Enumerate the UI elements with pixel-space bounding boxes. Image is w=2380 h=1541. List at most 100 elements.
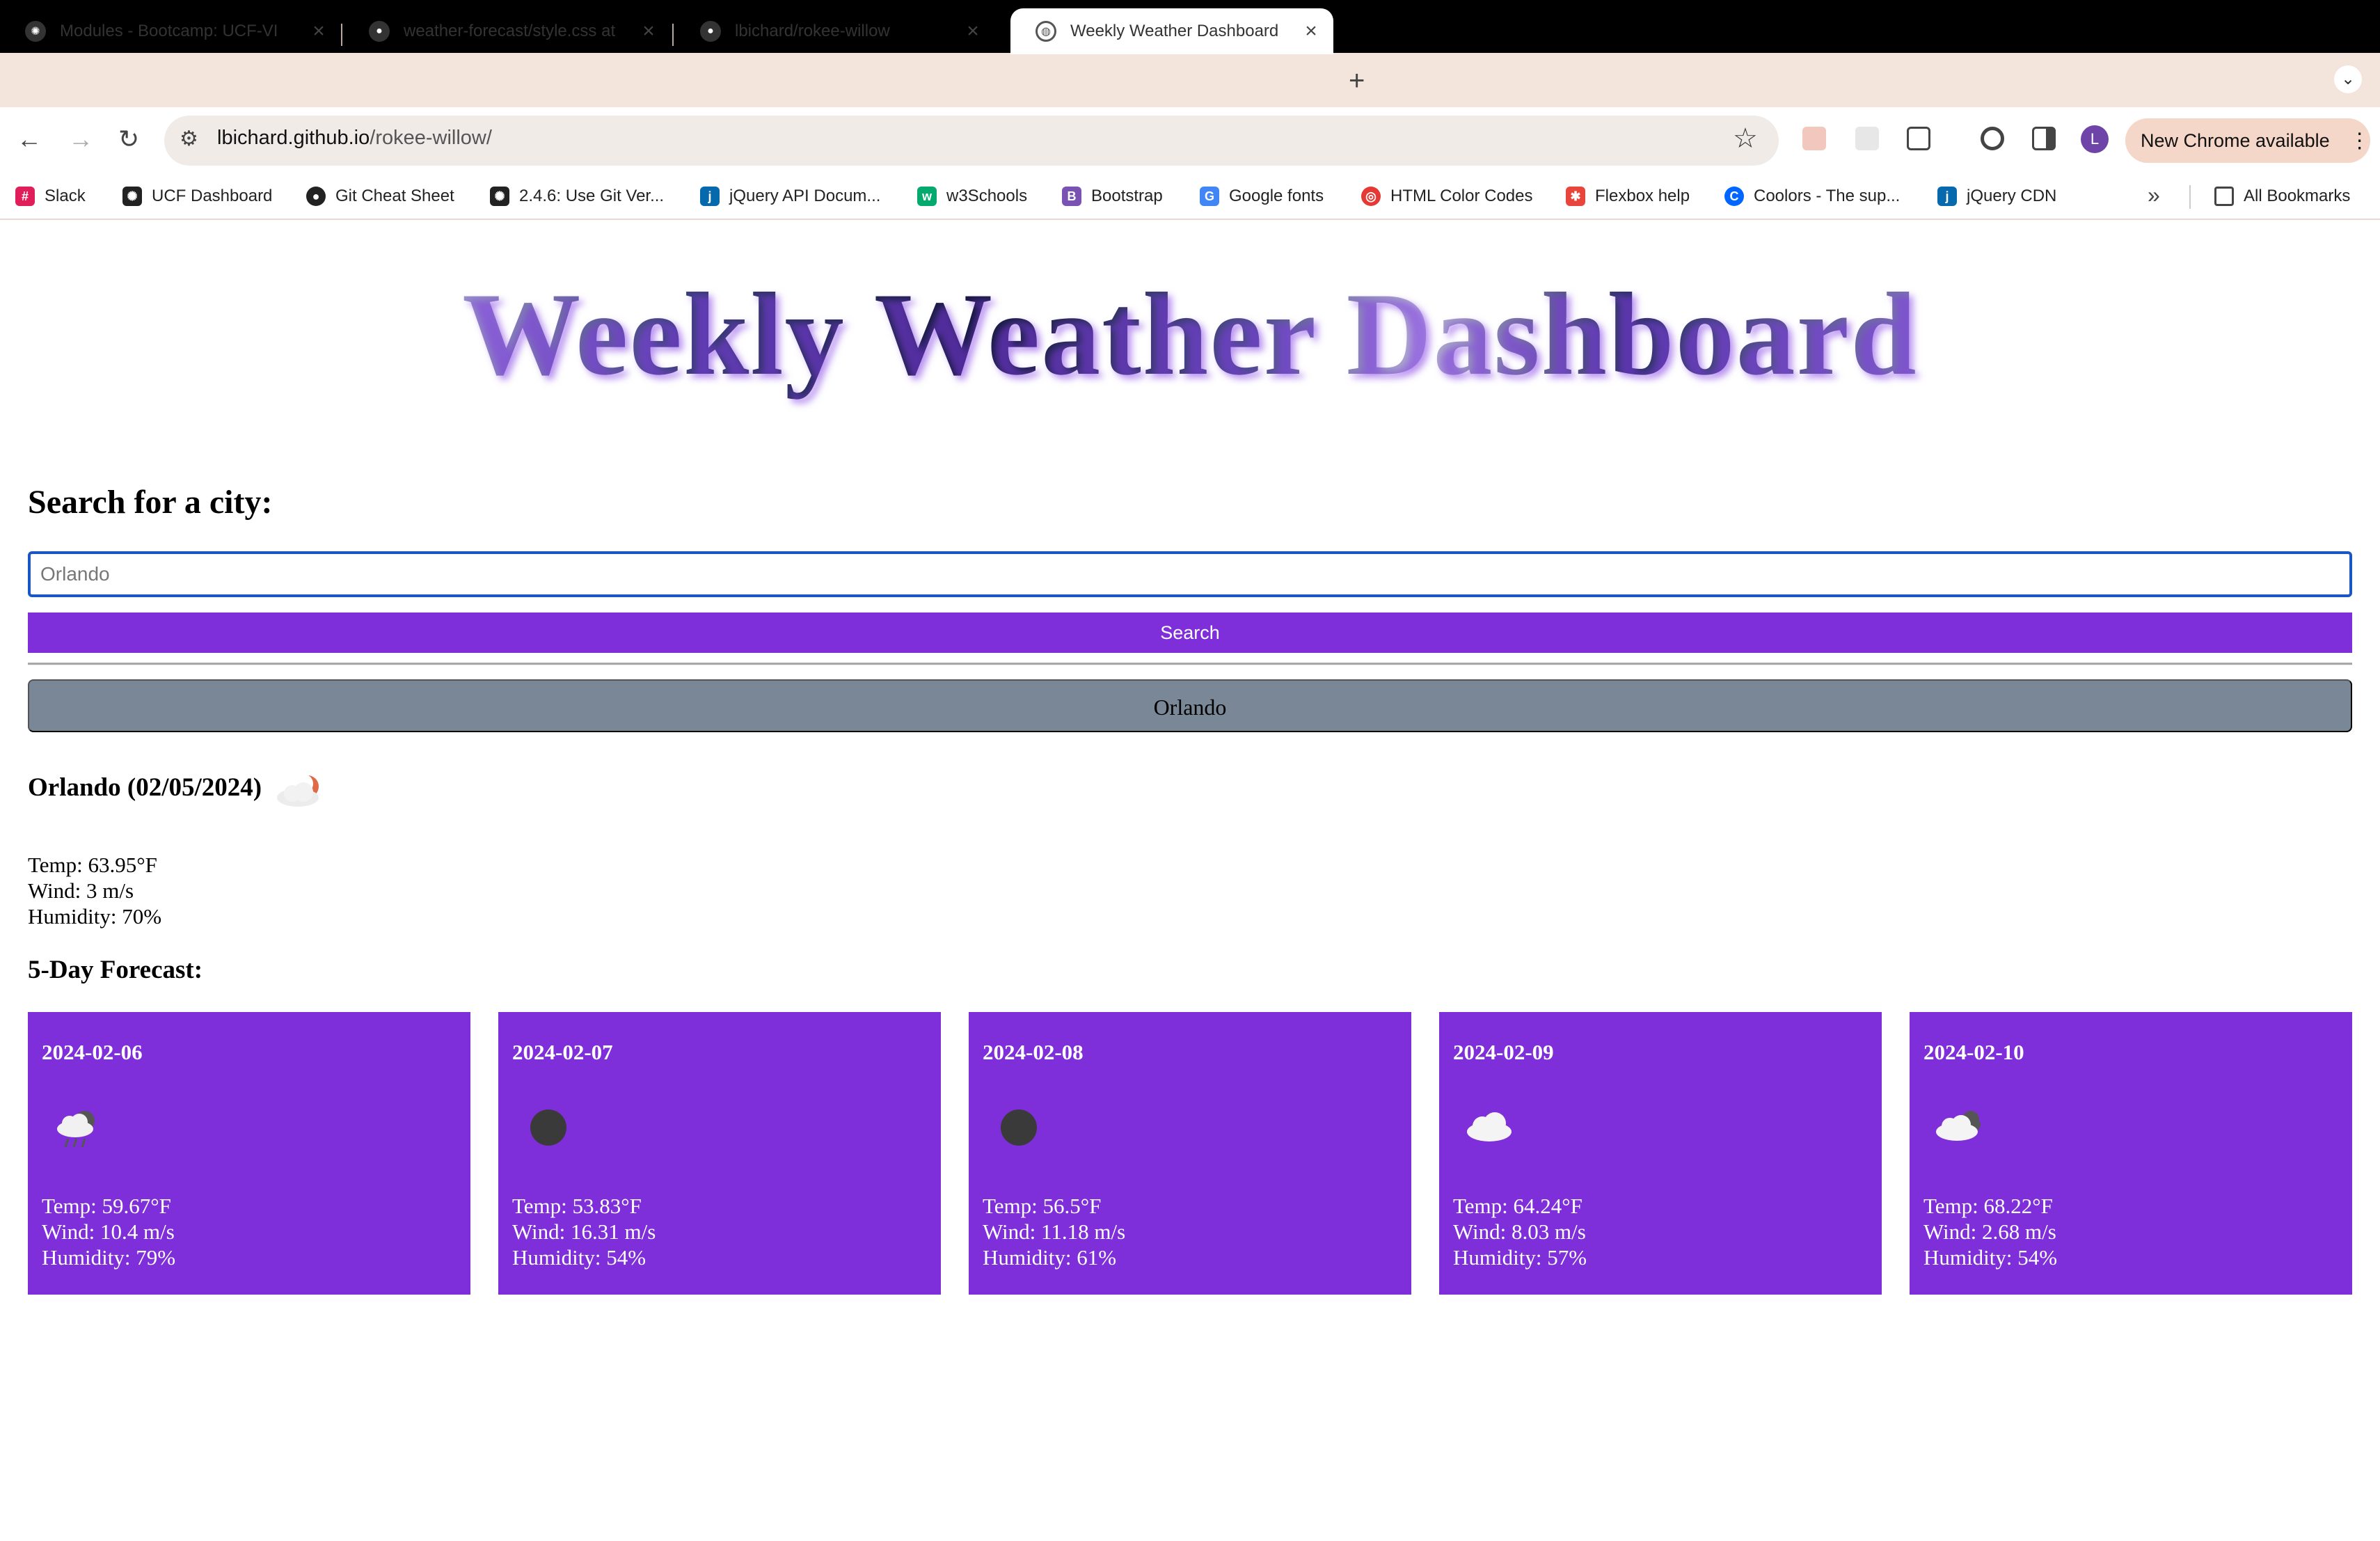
asterisk-icon: ✱ bbox=[1566, 187, 1585, 206]
forecast-wind: Wind: 2.68 m/s bbox=[1923, 1219, 2056, 1244]
coolors-icon: C bbox=[1724, 187, 1744, 206]
more-bookmarks-icon[interactable]: » bbox=[2148, 182, 2160, 208]
divider bbox=[28, 663, 2352, 665]
bookmark-label: Coolors - The sup... bbox=[1754, 187, 1901, 205]
tab-weekly-weather-dashboard[interactable]: ◍ Weekly Weather Dashboard × bbox=[1010, 8, 1333, 54]
all-bookmarks[interactable]: All Bookmarks bbox=[2214, 182, 2350, 210]
bookmark-label: All Bookmarks bbox=[2244, 187, 2351, 205]
url-path: /rokee-willow/ bbox=[370, 127, 492, 149]
close-icon[interactable]: × bbox=[1301, 19, 1321, 43]
tab-rokee-willow[interactable]: ● lbichard/rokee-willow × bbox=[675, 8, 995, 54]
forecast-card: 2024-02-06 Temp: 59.67°F Wind: 10.4 m/s … bbox=[28, 1012, 470, 1295]
url-text[interactable]: lbichard.github.io/rokee-willow/ bbox=[217, 127, 492, 150]
bootstrap-icon: B bbox=[1062, 187, 1081, 206]
forecast-humidity: Humidity: 61% bbox=[983, 1245, 1117, 1270]
extension-icon[interactable] bbox=[1802, 127, 1826, 150]
slack-icon: # bbox=[15, 187, 35, 206]
forecast-card: 2024-02-08 Temp: 56.5°F Wind: 11.18 m/s … bbox=[969, 1012, 1411, 1295]
forecast-card: 2024-02-10 Temp: 68.22°F Wind: 2.68 m/s … bbox=[1910, 1012, 2352, 1295]
forecast-wind: Wind: 11.18 m/s bbox=[983, 1219, 1126, 1244]
history-city-button[interactable]: Orlando bbox=[28, 679, 2352, 732]
bookmark-jquery-cdn[interactable]: j jQuery CDN bbox=[1937, 182, 2056, 210]
forecast-stats: Temp: 68.22°F Wind: 2.68 m/s Humidity: 5… bbox=[1923, 1193, 2057, 1270]
bookmark-jquery-api[interactable]: j jQuery API Docum... bbox=[700, 182, 880, 210]
bookmark-slack[interactable]: # Slack bbox=[15, 182, 86, 210]
forecast-stats: Temp: 56.5°F Wind: 11.18 m/s Humidity: 6… bbox=[983, 1193, 1125, 1270]
close-icon[interactable]: × bbox=[963, 19, 983, 43]
forecast-date: 2024-02-10 bbox=[1923, 1040, 2024, 1064]
canvas-icon: ✺ bbox=[25, 21, 46, 42]
back-button[interactable]: ← bbox=[17, 121, 42, 157]
forecast-stats: Temp: 53.83°F Wind: 16.31 m/s Humidity: … bbox=[512, 1193, 656, 1270]
clear-night-icon bbox=[1001, 1109, 1037, 1146]
search-button[interactable]: Search bbox=[28, 613, 2352, 653]
forecast-stats: Temp: 64.24°F Wind: 8.03 m/s Humidity: 5… bbox=[1453, 1193, 1587, 1270]
extensions-puzzle-icon[interactable] bbox=[1907, 127, 1930, 150]
close-icon[interactable]: × bbox=[309, 19, 328, 43]
forecast-date: 2024-02-09 bbox=[1453, 1040, 1554, 1064]
url-domain: lbichard.github.io bbox=[217, 127, 370, 149]
bookmark-label: Slack bbox=[45, 187, 86, 205]
bookmark-label: Flexbox help bbox=[1595, 187, 1690, 205]
search-heading: Search for a city: bbox=[28, 484, 273, 521]
canvas-icon: ✺ bbox=[122, 187, 142, 206]
bookmark-label: Bootstrap bbox=[1091, 187, 1163, 205]
bookmark-label: jQuery CDN bbox=[1967, 187, 2057, 205]
google-icon[interactable] bbox=[1981, 127, 2004, 150]
github-icon: ● bbox=[700, 21, 721, 42]
tab-search-button[interactable]: ⌄ bbox=[2334, 65, 2362, 93]
bookmark-git-cheat-sheet[interactable]: ● Git Cheat Sheet bbox=[306, 182, 454, 210]
side-panel-icon[interactable] bbox=[2032, 127, 2056, 150]
forecast-card: 2024-02-09 Temp: 64.24°F Wind: 8.03 m/s … bbox=[1439, 1012, 1882, 1295]
jquery-icon: j bbox=[1937, 187, 1957, 206]
bookmark-html-color-codes[interactable]: ◎ HTML Color Codes bbox=[1361, 182, 1533, 210]
bookmark-bootstrap[interactable]: B Bootstrap bbox=[1062, 182, 1163, 210]
forecast-humidity: Humidity: 54% bbox=[1923, 1245, 2058, 1270]
tab-style-css[interactable]: ● weather-forecast/style.css at × bbox=[344, 8, 671, 54]
reload-button[interactable]: ↻ bbox=[118, 121, 139, 157]
forecast-wind: Wind: 8.03 m/s bbox=[1453, 1219, 1586, 1244]
globe-icon: ◍ bbox=[1036, 21, 1056, 42]
update-label: New Chrome available bbox=[2141, 129, 2330, 151]
forecast-wind: Wind: 10.4 m/s bbox=[42, 1219, 175, 1244]
extension-icon[interactable] bbox=[1855, 127, 1879, 150]
jquery-icon: j bbox=[700, 187, 720, 206]
city-search-input[interactable] bbox=[28, 551, 2352, 597]
tab-title: Weekly Weather Dashboard bbox=[1070, 22, 1279, 40]
forecast-heading: 5-Day Forecast: bbox=[28, 956, 203, 984]
broken-clouds-icon bbox=[1936, 1111, 1981, 1141]
forecast-date: 2024-02-06 bbox=[42, 1040, 143, 1064]
bookmark-separator bbox=[2189, 185, 2191, 209]
bookmark-label: 2.4.6: Use Git Ver... bbox=[519, 187, 665, 205]
forecast-temp: Temp: 64.24°F bbox=[1453, 1194, 1582, 1218]
close-icon[interactable]: × bbox=[639, 19, 658, 43]
bookmark-label: Git Cheat Sheet bbox=[335, 187, 454, 205]
forecast-card: 2024-02-07 Temp: 53.83°F Wind: 16.31 m/s… bbox=[498, 1012, 941, 1295]
bookmark-ucf-dashboard[interactable]: ✺ UCF Dashboard bbox=[122, 182, 272, 210]
tab-title: lbichard/rokee-willow bbox=[735, 22, 890, 40]
bookmark-label: HTML Color Codes bbox=[1390, 187, 1533, 205]
canvas-icon: ✺ bbox=[490, 187, 509, 206]
forecast-humidity: Humidity: 79% bbox=[42, 1245, 176, 1270]
bookmark-coolors[interactable]: C Coolors - The sup... bbox=[1724, 182, 1900, 210]
bookmark-flexbox-help[interactable]: ✱ Flexbox help bbox=[1566, 182, 1690, 210]
github-icon: ● bbox=[369, 21, 390, 42]
bookmark-w3schools[interactable]: w w3Schools bbox=[917, 182, 1027, 210]
forecast-humidity: Humidity: 54% bbox=[512, 1245, 646, 1270]
bookmark-star-icon[interactable]: ☆ bbox=[1733, 123, 1758, 155]
site-info-icon[interactable]: ⚙ bbox=[180, 127, 198, 151]
bookmark-label: w3Schools bbox=[946, 187, 1028, 205]
tab-separator bbox=[341, 24, 342, 46]
tab-modules[interactable]: ✺ Modules - Bootcamp: UCF-VI × bbox=[0, 8, 341, 54]
new-chrome-available-button[interactable]: New Chrome available ⋮ bbox=[2125, 118, 2370, 163]
forecast-date: 2024-02-07 bbox=[512, 1040, 613, 1064]
bookmark-google-fonts[interactable]: G Google fonts bbox=[1200, 182, 1324, 210]
bookmark-use-git[interactable]: ✺ 2.4.6: Use Git Ver... bbox=[490, 182, 664, 210]
more-menu-icon[interactable]: ⋮ bbox=[2349, 129, 2370, 153]
new-tab-button[interactable]: + bbox=[1349, 65, 1365, 97]
clear-night-icon bbox=[530, 1109, 566, 1146]
forward-button[interactable]: → bbox=[68, 121, 93, 157]
github-icon: ● bbox=[306, 187, 326, 206]
tab-title: Modules - Bootcamp: UCF-VI bbox=[60, 22, 278, 40]
profile-avatar[interactable]: L bbox=[2081, 125, 2109, 153]
